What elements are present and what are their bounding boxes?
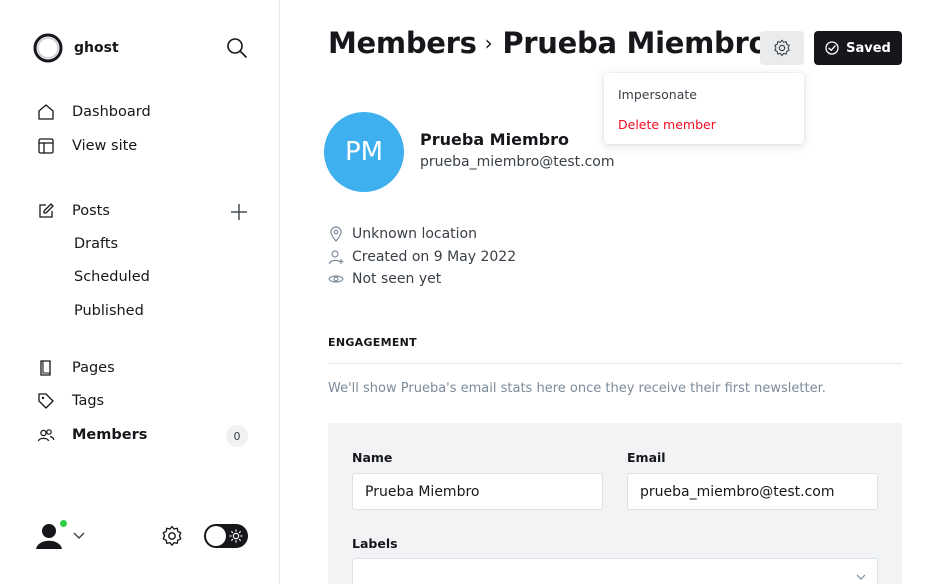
window-icon xyxy=(36,136,56,156)
sidebar-item-label: View site xyxy=(72,138,138,154)
member-actions-dropdown: Impersonate Delete member xyxy=(604,73,804,144)
online-status-dot xyxy=(59,519,68,528)
sidebar-item-label: Members xyxy=(72,427,148,443)
sidebar: ghost Dashboard View site Posts Drafts S… xyxy=(0,0,280,584)
labels-select[interactable] xyxy=(352,558,878,584)
member-created: Created on 9 May 2022 xyxy=(328,249,516,265)
edit-icon xyxy=(36,201,56,221)
name-field[interactable]: Prueba Miembro xyxy=(352,473,603,510)
engagement-note: We'll show Prueba's email stats here onc… xyxy=(328,381,826,396)
breadcrumb: Members › Prueba Miembro xyxy=(328,26,768,60)
labels-label: Labels xyxy=(352,536,398,551)
home-icon xyxy=(36,102,56,122)
chevron-down-icon xyxy=(73,532,85,539)
email-label: Email xyxy=(627,450,666,465)
member-name: Prueba Miembro xyxy=(420,130,569,149)
sidebar-item-scheduled[interactable]: Scheduled xyxy=(74,269,150,285)
toggle-knob xyxy=(206,526,226,546)
page-title: Prueba Miembro xyxy=(502,26,769,60)
members-icon xyxy=(36,425,56,445)
location-pin-icon xyxy=(330,226,342,242)
member-location: Unknown location xyxy=(328,226,477,242)
breadcrumb-separator: › xyxy=(484,31,493,55)
add-post-icon[interactable] xyxy=(229,202,249,222)
divider xyxy=(328,363,902,364)
sidebar-item-posts[interactable]: Posts xyxy=(36,201,110,221)
check-circle-icon xyxy=(825,41,839,55)
dark-mode-toggle[interactable] xyxy=(204,524,248,548)
member-details-form: Name Prueba Miembro Email prueba_miembro… xyxy=(328,423,902,584)
sidebar-item-drafts[interactable]: Drafts xyxy=(74,236,118,252)
user-menu[interactable] xyxy=(32,518,86,552)
gear-icon xyxy=(774,39,790,57)
main-content: Members › Prueba Miembro Saved Impersona… xyxy=(280,0,950,584)
email-field[interactable]: prueba_miembro@test.com xyxy=(627,473,878,510)
search-icon[interactable] xyxy=(226,37,248,59)
sidebar-item-tags[interactable]: Tags xyxy=(36,391,104,411)
page-icon xyxy=(36,358,56,378)
sidebar-item-label: Tags xyxy=(72,393,105,409)
brand-name: ghost xyxy=(74,40,119,56)
sun-icon xyxy=(229,529,243,543)
engagement-heading: ENGAGEMENT xyxy=(328,336,417,349)
member-avatar: PM xyxy=(324,112,404,192)
sidebar-item-label: Dashboard xyxy=(72,104,151,120)
breadcrumb-members-link[interactable]: Members xyxy=(328,26,477,60)
location-text: Unknown location xyxy=(352,226,477,242)
delete-member-menu-item[interactable]: Delete member xyxy=(618,117,716,132)
tag-icon xyxy=(36,391,56,411)
member-last-seen: Not seen yet xyxy=(328,271,441,287)
save-button[interactable]: Saved xyxy=(814,31,902,65)
seen-text: Not seen yet xyxy=(352,271,442,287)
sidebar-item-members[interactable]: Members xyxy=(36,425,147,445)
sidebar-item-label: Pages xyxy=(72,360,115,376)
sidebar-item-published[interactable]: Published xyxy=(74,303,144,319)
save-button-label: Saved xyxy=(846,40,891,56)
created-text: Created on 9 May 2022 xyxy=(352,249,517,265)
chevron-down-icon xyxy=(856,574,866,580)
user-add-icon xyxy=(328,250,344,265)
brand[interactable]: ghost xyxy=(32,32,119,64)
sidebar-item-dashboard[interactable]: Dashboard xyxy=(36,102,151,122)
settings-gear-icon[interactable] xyxy=(161,525,183,547)
avatar xyxy=(32,518,68,552)
member-email: prueba_miembro@test.com xyxy=(420,154,615,170)
ghost-logo-icon xyxy=(33,33,63,63)
impersonate-menu-item[interactable]: Impersonate xyxy=(618,87,697,102)
sidebar-item-view-site[interactable]: View site xyxy=(36,136,137,156)
sidebar-item-pages[interactable]: Pages xyxy=(36,358,115,378)
eye-icon xyxy=(328,275,344,283)
sidebar-item-label: Posts xyxy=(72,203,110,219)
member-actions-button[interactable] xyxy=(760,31,804,65)
name-label: Name xyxy=(352,450,393,465)
members-count-badge: 0 xyxy=(226,425,248,447)
